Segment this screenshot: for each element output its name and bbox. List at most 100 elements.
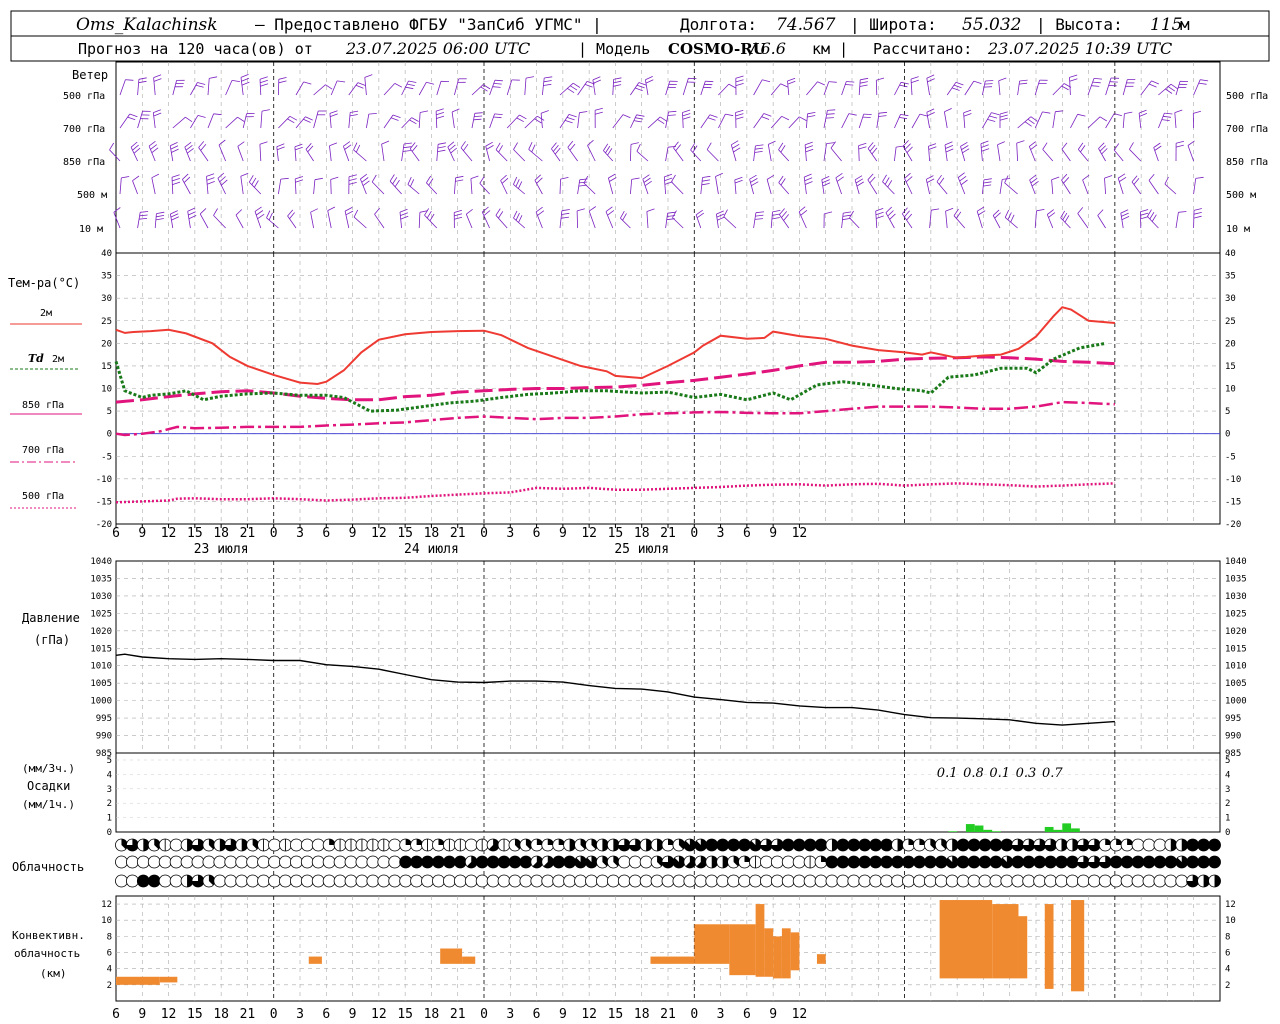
wind-barb-feather [241,81,250,86]
cloud-fill [836,839,849,851]
wind-barb [540,113,543,129]
wind-barb [577,179,581,195]
wind-barb-feather [1161,119,1170,121]
wind-barb-feather [981,148,990,152]
wind-barb-feather [121,176,130,179]
wind-barb [646,211,649,229]
wind-barb [964,80,975,96]
wind-barb-feather [875,211,884,216]
wind-barb-feather [330,113,338,117]
wind-barb [1042,149,1054,162]
wind-barb-feather [701,183,710,186]
wind-barb [190,82,198,96]
wind-barb-feather [842,218,851,221]
wind-barb-feather [622,213,627,221]
wind-barb [1087,116,1101,129]
wind-barb [551,148,561,162]
cloud-fill [137,875,150,887]
wind-barb [534,180,543,195]
wind-barb-feather [156,215,165,218]
wind-barb-feather [659,116,668,122]
wind-barb [665,213,668,229]
pressure-tick-label-right: 1005 [1225,679,1247,689]
cloud-symbol [399,874,413,888]
wind-barb-feather [646,208,655,212]
wind-barb-feather [636,84,645,89]
wind-barb [1174,112,1177,129]
cloud-symbol [781,855,795,869]
wind-barb [706,149,719,162]
wind-barb-feather [804,173,812,178]
wind-barb-feather [983,184,992,187]
wind-barb-feather [845,84,854,86]
wind-barb [207,113,214,129]
convective-bar [773,936,782,979]
wind-barb-feather [638,82,647,86]
wind-barb-feather [755,214,764,217]
wind-barb-feather [259,141,268,145]
wind-barb-feather [237,141,245,147]
wind-level-label-right: 700 гПа [1226,124,1268,135]
wind-barb-feather [132,144,139,151]
wind-barb-feather [609,177,617,182]
wind-barb-feather [910,76,919,80]
day-label: 23 июля [194,542,249,557]
wind-barb-feather [728,83,736,89]
cloud-symbol [661,874,675,888]
wind-barb-feather [885,206,892,213]
cloud-fill [913,856,926,868]
wind-barb [237,146,244,162]
resolution-unit: км | [812,40,848,58]
wind-barb-feather [153,78,162,82]
wind-barb [1113,149,1124,162]
wind-barb-feather [904,172,911,179]
wind-barb-feather [692,145,698,153]
wind-barb [418,82,427,96]
cloud-symbol [421,874,434,888]
wind-barb-feather [1153,142,1161,148]
wind-barb-feather [905,176,913,183]
wind-barb [753,113,765,129]
wind-barb [753,79,763,96]
wind-barb-feather [353,142,358,150]
alt-unit: м [1180,15,1190,34]
wind-barb-feather [485,141,493,147]
wind-barb-feather [593,79,601,84]
time-tick-label: 6 [533,526,541,541]
cloud-symbol [311,874,325,888]
wind-barb-feather [406,83,415,86]
wind-barb-feather [1061,85,1069,91]
wind-barb [389,180,402,195]
wind-barb-feather [675,144,682,152]
convective-tick-label-right: 2 [1225,981,1230,991]
wind-barb-feather [133,147,141,154]
wind-barb-feather [348,174,357,178]
temp-tick-label: 0 [107,430,112,440]
precip-bar [1044,826,1054,832]
time-tick-label: 12 [161,526,177,541]
wind-barb-feather [113,207,121,213]
wind-barb-feather [329,110,338,114]
wind-barb-feather [1178,211,1187,213]
convective-tick-label-right: 12 [1225,900,1236,910]
cloud-fill [1132,856,1145,868]
temp-tick-label-right: 40 [1225,249,1236,259]
cloud-fill [498,856,511,868]
wind-barb-feather [1140,212,1149,216]
pressure-tick-label: 1040 [90,557,112,567]
wind-barb [700,177,703,195]
cloud-symbol [1033,874,1047,888]
wind-barb-feather [494,79,503,82]
wind-barb-feather [1140,209,1149,213]
wind-barb-feather [904,143,911,150]
wind-barb-feather [241,77,250,82]
wind-barb-feather [371,174,377,183]
wind-barb-feather [594,111,603,115]
wind-barb [259,144,262,162]
precip-label: Осадки [27,779,70,793]
wind-barb-feather [260,83,269,87]
cloud-symbol [628,874,642,888]
cloud-fill [869,856,882,868]
wind-barb [172,116,186,129]
temp-tick-label: 15 [101,362,112,372]
